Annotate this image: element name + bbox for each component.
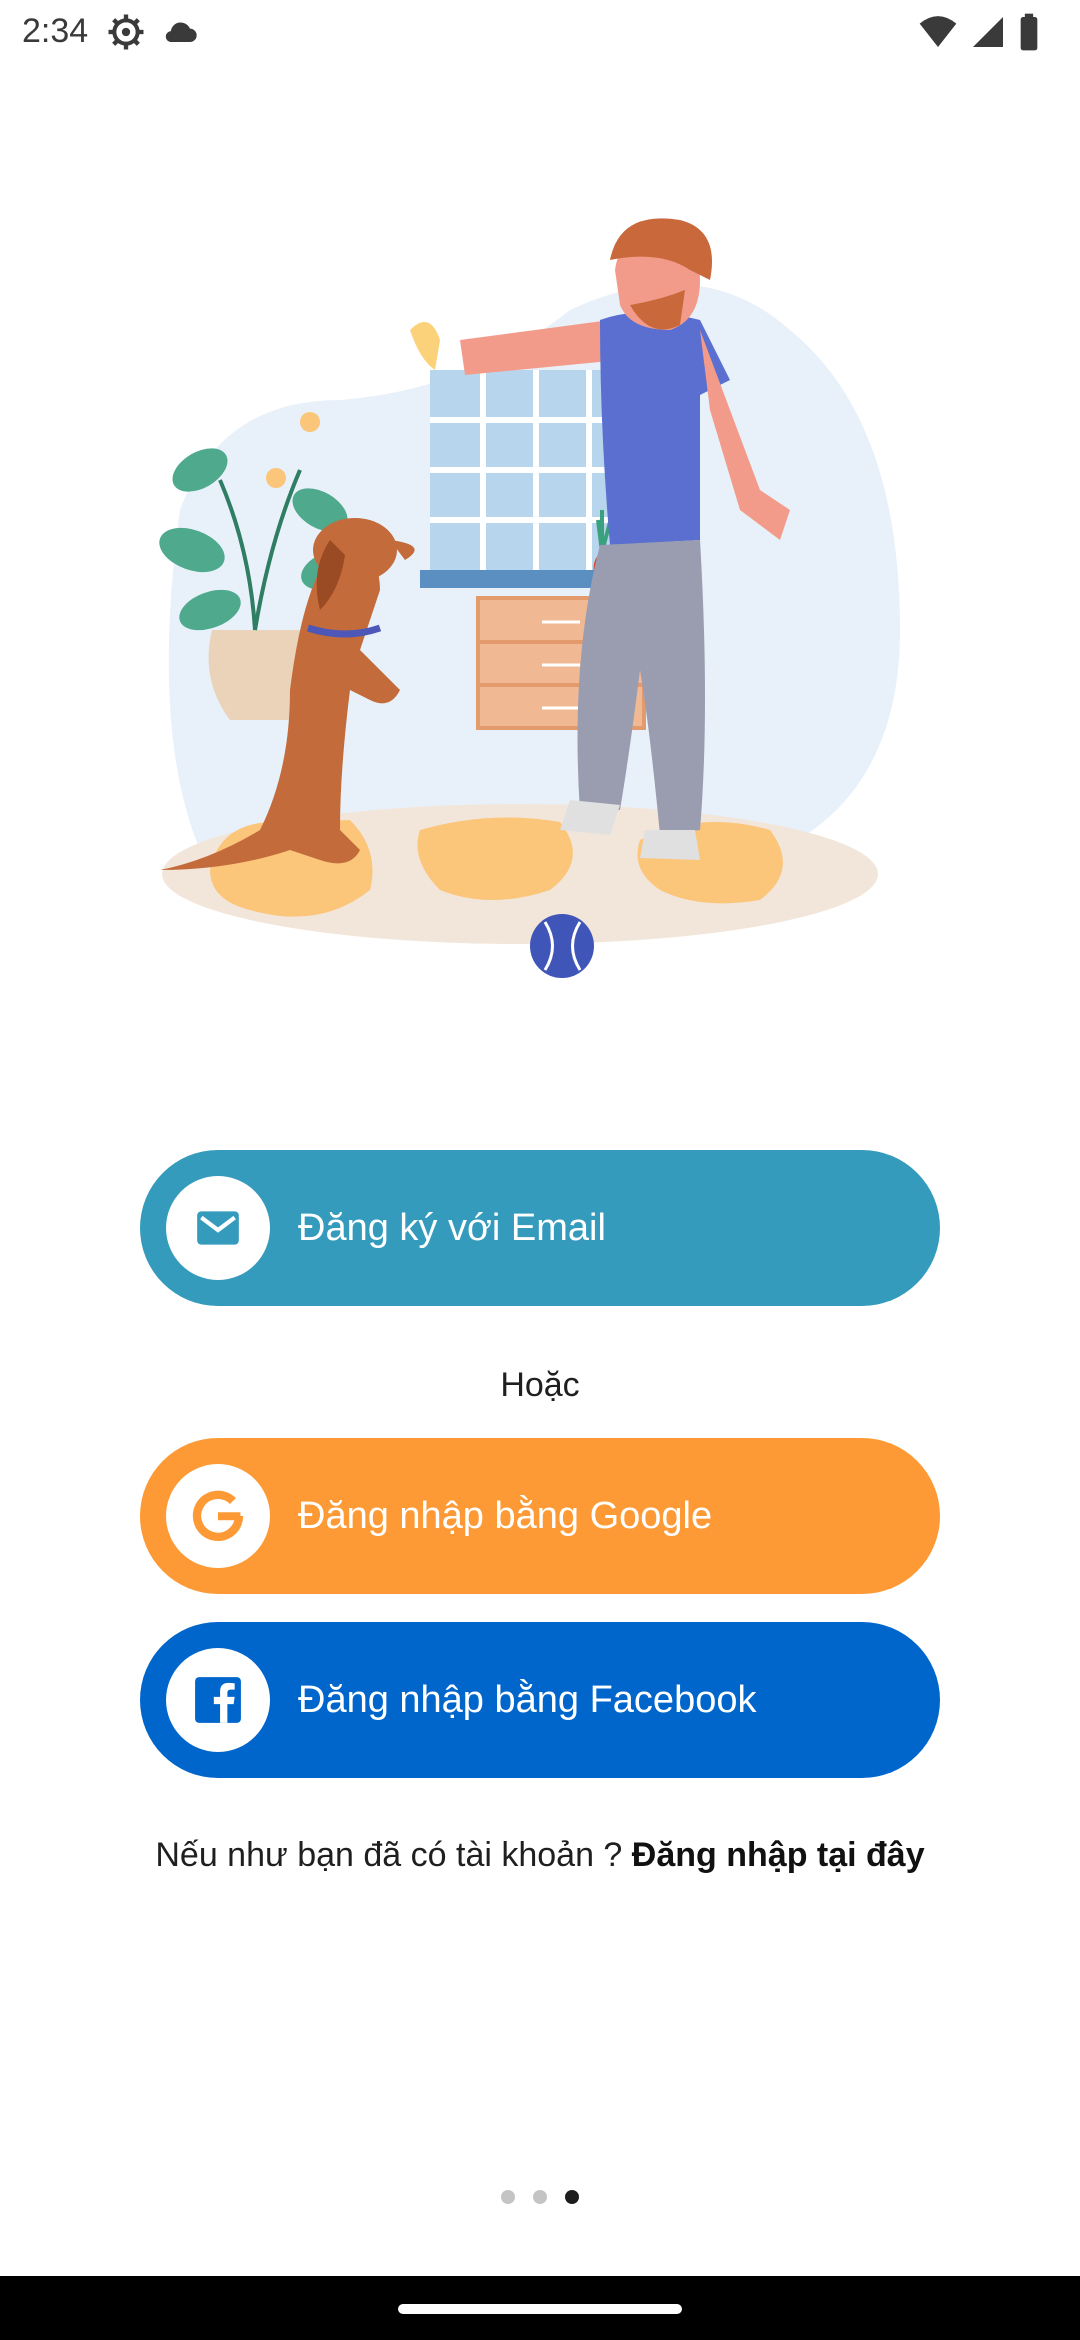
pager-dot-active[interactable]	[565, 2190, 579, 2204]
login-prompt: Nếu như bạn đã có tài khoản ? Đăng nhập …	[0, 1836, 1080, 1875]
login-facebook-label: Đăng nhập bằng Facebook	[298, 1678, 757, 1721]
signup-email-label: Đăng ký với Email	[298, 1206, 606, 1249]
settings-icon	[108, 14, 144, 50]
login-here-link[interactable]: Đăng nhập tại đây	[632, 1836, 925, 1874]
login-prompt-text: Nếu như bạn đã có tài khoản ?	[155, 1836, 632, 1874]
status-right-icons	[918, 12, 1040, 52]
home-gesture-handle[interactable]	[398, 2304, 682, 2314]
google-icon-circle	[166, 1464, 270, 1568]
wifi-icon	[919, 16, 957, 47]
google-icon	[192, 1490, 244, 1542]
login-google-button[interactable]: Đăng nhập bằng Google	[140, 1438, 940, 1594]
cloud-icon	[165, 22, 197, 42]
man-with-dog-illustration	[159, 218, 900, 978]
status-bar: 2:34	[0, 0, 1080, 64]
pager-indicator	[0, 2190, 1080, 2204]
mail-icon-circle	[166, 1176, 270, 1280]
status-left-icons	[106, 12, 200, 52]
signup-email-button[interactable]: Đăng ký với Email	[140, 1150, 940, 1306]
login-google-label: Đăng nhập bằng Google	[298, 1494, 713, 1537]
battery-icon	[1020, 13, 1038, 51]
pager-dot[interactable]	[501, 2190, 515, 2204]
signal-icon	[973, 17, 1003, 47]
facebook-icon-circle	[166, 1648, 270, 1752]
or-separator: Hoặc	[500, 1366, 580, 1404]
login-facebook-button[interactable]: Đăng nhập bằng Facebook	[140, 1622, 940, 1778]
mail-icon	[197, 1211, 239, 1245]
facebook-icon	[195, 1677, 241, 1723]
status-time: 2:34	[22, 12, 89, 50]
pager-dot[interactable]	[533, 2190, 547, 2204]
